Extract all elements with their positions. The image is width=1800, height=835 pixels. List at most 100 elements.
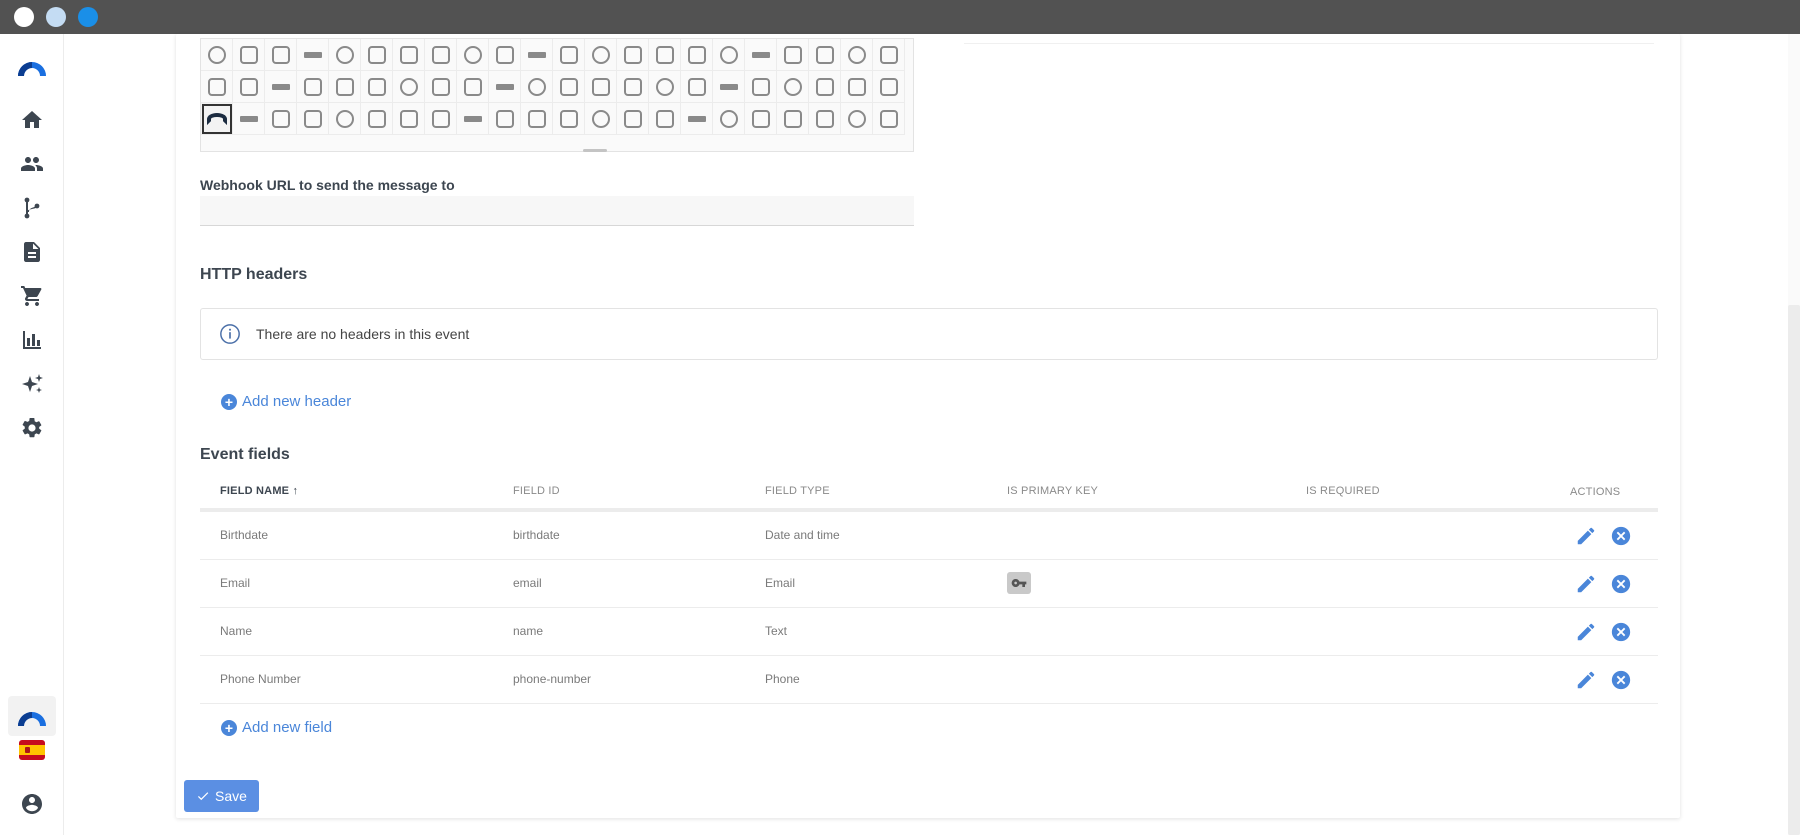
icon-option[interactable] bbox=[841, 39, 873, 71]
delete-field-button[interactable] bbox=[1609, 572, 1633, 596]
sidebar-item-ai[interactable] bbox=[16, 368, 48, 400]
icon-option[interactable] bbox=[233, 71, 265, 103]
icon-option[interactable] bbox=[681, 39, 713, 71]
window-close-dot[interactable] bbox=[14, 7, 34, 27]
icon-option[interactable] bbox=[393, 71, 425, 103]
icon-option[interactable] bbox=[585, 39, 617, 71]
icon-option[interactable] bbox=[521, 39, 553, 71]
page-scrollbar-thumb[interactable] bbox=[1788, 305, 1800, 835]
icon-option[interactable] bbox=[585, 71, 617, 103]
icon-option[interactable] bbox=[777, 71, 809, 103]
icon-option[interactable] bbox=[681, 103, 713, 135]
icon-picker-resize-handle[interactable] bbox=[583, 149, 607, 152]
org-logo-icon[interactable] bbox=[8, 696, 56, 736]
sidebar-item-analytics[interactable] bbox=[16, 324, 48, 356]
people-icon bbox=[21, 157, 43, 171]
icon-option[interactable] bbox=[873, 71, 905, 103]
icon-option[interactable] bbox=[617, 103, 649, 135]
icon-option[interactable] bbox=[425, 103, 457, 135]
app-logo-icon[interactable] bbox=[16, 50, 48, 82]
icon-option[interactable] bbox=[841, 71, 873, 103]
add-field-button[interactable]: + Add new field bbox=[221, 719, 332, 736]
icon-option[interactable] bbox=[713, 71, 745, 103]
edit-field-button[interactable] bbox=[1574, 524, 1598, 548]
icon-option[interactable] bbox=[713, 39, 745, 71]
icon-option[interactable] bbox=[457, 39, 489, 71]
icon-option[interactable] bbox=[393, 39, 425, 71]
icon-option[interactable] bbox=[265, 103, 297, 135]
icon-option[interactable] bbox=[425, 39, 457, 71]
delete-field-button[interactable] bbox=[1609, 668, 1633, 692]
icon-option[interactable] bbox=[873, 103, 905, 135]
icon-option[interactable] bbox=[713, 103, 745, 135]
icon-option[interactable] bbox=[617, 39, 649, 71]
icon-option[interactable] bbox=[745, 71, 777, 103]
sidebar-item-shop[interactable] bbox=[16, 280, 48, 312]
edit-field-button[interactable] bbox=[1574, 572, 1598, 596]
icon-option[interactable] bbox=[329, 71, 361, 103]
icon-option[interactable] bbox=[521, 71, 553, 103]
icon-option[interactable] bbox=[297, 39, 329, 71]
sidebar-item-home[interactable] bbox=[16, 104, 48, 136]
icon-option[interactable] bbox=[329, 39, 361, 71]
icon-option[interactable] bbox=[841, 103, 873, 135]
delete-field-button[interactable] bbox=[1609, 524, 1633, 548]
icon-option[interactable] bbox=[361, 39, 393, 71]
icon-option[interactable] bbox=[361, 71, 393, 103]
icon-option[interactable] bbox=[457, 71, 489, 103]
icon-option[interactable] bbox=[489, 103, 521, 135]
window-maximize-dot[interactable] bbox=[78, 7, 98, 27]
icon-option[interactable] bbox=[393, 103, 425, 135]
spanish-flag-icon[interactable] bbox=[19, 740, 45, 760]
icon-option[interactable] bbox=[745, 39, 777, 71]
icon-option[interactable] bbox=[617, 71, 649, 103]
icon-option[interactable] bbox=[361, 103, 393, 135]
sidebar-item-settings[interactable] bbox=[16, 412, 48, 444]
window-minimize-dot[interactable] bbox=[46, 7, 66, 27]
icon-option[interactable] bbox=[553, 103, 585, 135]
icon-option[interactable] bbox=[809, 71, 841, 103]
icon-option[interactable] bbox=[425, 71, 457, 103]
icon-option[interactable] bbox=[297, 103, 329, 135]
sidebar-item-users[interactable] bbox=[16, 148, 48, 180]
icon-option[interactable] bbox=[297, 71, 329, 103]
icon-option[interactable] bbox=[553, 39, 585, 71]
webhook-url-input[interactable] bbox=[200, 196, 914, 226]
icon-option[interactable] bbox=[809, 39, 841, 71]
icon-option[interactable] bbox=[809, 103, 841, 135]
icon-option[interactable] bbox=[777, 39, 809, 71]
icon-option[interactable] bbox=[649, 71, 681, 103]
icon-option[interactable] bbox=[201, 39, 233, 71]
delete-field-button[interactable] bbox=[1609, 620, 1633, 644]
icon-option[interactable] bbox=[233, 103, 265, 135]
save-button[interactable]: Save bbox=[184, 780, 259, 812]
icon-option[interactable] bbox=[873, 39, 905, 71]
icon-option[interactable] bbox=[233, 39, 265, 71]
icon-option[interactable] bbox=[649, 103, 681, 135]
icon-picker-grid bbox=[201, 39, 905, 135]
icon-option[interactable] bbox=[681, 71, 713, 103]
icon-picker[interactable] bbox=[200, 38, 914, 152]
icon-option[interactable] bbox=[489, 39, 521, 71]
sidebar-item-workflows[interactable] bbox=[16, 192, 48, 224]
icon-option[interactable] bbox=[265, 39, 297, 71]
sidebar-item-account[interactable] bbox=[16, 788, 48, 820]
icon-option[interactable] bbox=[329, 103, 361, 135]
icon-option[interactable] bbox=[201, 71, 233, 103]
icon-option[interactable] bbox=[521, 103, 553, 135]
icon-option[interactable] bbox=[585, 103, 617, 135]
icon-option[interactable] bbox=[265, 71, 297, 103]
icon-option[interactable] bbox=[777, 103, 809, 135]
icon-option[interactable] bbox=[553, 71, 585, 103]
edit-field-button[interactable] bbox=[1574, 668, 1598, 692]
add-header-button[interactable]: + Add new header bbox=[221, 393, 351, 410]
selected-icon-option[interactable] bbox=[201, 103, 233, 135]
edit-field-button[interactable] bbox=[1574, 620, 1598, 644]
option-glyph-icon bbox=[207, 77, 226, 96]
icon-option[interactable] bbox=[489, 71, 521, 103]
icon-option[interactable] bbox=[649, 39, 681, 71]
column-header-field-name[interactable]: FIELD NAME ↑ bbox=[220, 485, 298, 497]
icon-option[interactable] bbox=[457, 103, 489, 135]
icon-option[interactable] bbox=[745, 103, 777, 135]
sidebar-item-documents[interactable] bbox=[16, 236, 48, 268]
